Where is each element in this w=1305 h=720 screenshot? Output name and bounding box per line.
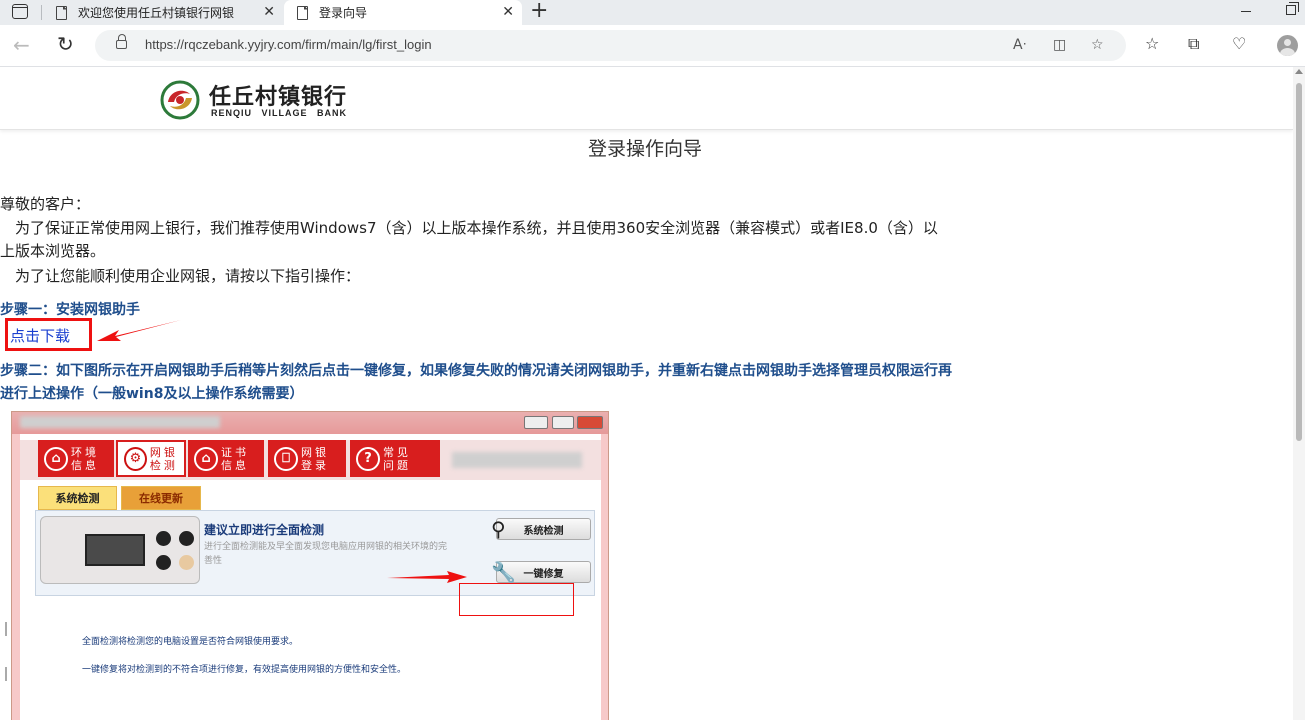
system-check-label: 系统检测 [523, 525, 564, 537]
tab-login-guide[interactable]: 登录向导 ✕ [284, 0, 522, 25]
helper-nav-label: 环境信息 [71, 445, 99, 472]
device-button [179, 531, 194, 546]
bank-logo-icon [160, 80, 200, 120]
device-button [156, 531, 171, 546]
page-title: 登录操作向导 [587, 138, 702, 160]
usb-key-device-icon [40, 516, 200, 584]
greeting: 尊敬的客户： [0, 195, 91, 213]
helper-titlebar [12, 412, 608, 434]
minimize-icon[interactable] [1241, 11, 1251, 12]
close-icon[interactable]: ✕ [263, 4, 275, 20]
scroll-up-icon[interactable] [1295, 69, 1303, 74]
profile-avatar[interactable] [1277, 35, 1298, 56]
helper-minimize-icon [524, 416, 548, 429]
device-screen [85, 534, 145, 566]
close-icon[interactable]: ✕ [502, 4, 514, 20]
page-icon [297, 5, 308, 20]
new-tab-button[interactable]: + [530, 0, 548, 22]
helper-note-1: 全面检测将检测您的电脑设置是否符合网银使用要求。 [82, 637, 299, 647]
step1-heading: 步骤一：安装网银助手 [0, 302, 140, 318]
helper-note-2: 一键修复将对检测到的不符合项进行修复，有效提高使用网银的方便性和安全性。 [82, 665, 407, 675]
certificate-icon: ⌂ [194, 446, 218, 471]
browser-essentials-icon[interactable]: ♡ [1232, 34, 1246, 54]
bank-name-en: RENQIU VILLAGE BANK [211, 108, 348, 118]
helper-nav-login: ⎕ 网银登录 [268, 440, 346, 477]
repair-highlight-box [459, 583, 574, 616]
lock-icon[interactable] [116, 34, 127, 49]
page-scrollbar[interactable] [1293, 67, 1305, 720]
globe-icon: ⚙ [124, 446, 147, 471]
step2-heading-line2: 进行上述操作（一般win8及以上操作系统需要） [0, 386, 304, 402]
question-icon: ? [356, 446, 380, 471]
restore-icon[interactable] [1286, 2, 1299, 15]
back-icon[interactable]: ← [13, 34, 30, 56]
favorites-icon[interactable]: ☆ [1145, 34, 1159, 54]
tab-welcome[interactable]: 欢迎您使用任丘村镇银行网银 ✕ [43, 0, 283, 25]
edge-mark [5, 622, 7, 636]
reload-icon[interactable]: ↻ [57, 33, 74, 55]
card-title: 建议立即进行全面检测 [204, 523, 325, 537]
tab-bar: 欢迎您使用任丘村镇银行网银 ✕ 登录向导 ✕ + [0, 0, 1305, 25]
split-screen-icon[interactable]: ◫ [1053, 36, 1066, 54]
intro-paragraph-line1: 为了保证正常使用网上银行，我们推荐使用Windows7（含）以上版本操作系统，并… [0, 219, 938, 237]
tab-separator [41, 5, 42, 20]
download-link[interactable]: 点击下载 [10, 325, 70, 346]
bank-name: 任丘村镇银行 [209, 85, 348, 110]
blurred-logo [452, 452, 582, 468]
helper-screenshot: ⌂ 环境信息 ⚙ 网银检测 ⌂ 证书信息 ⎕ 网银登录 ? 常见问题 系统检测 … [11, 411, 609, 720]
edge-mark [5, 667, 7, 681]
wrench-icon: 🔧 [491, 560, 516, 584]
tab-title: 欢迎您使用任丘村镇银行网银 [78, 6, 235, 20]
annotation-arrow-icon [97, 320, 181, 341]
collections-icon[interactable]: ⧉ [1188, 34, 1199, 54]
page-viewport: 任丘村镇银行 RENQIU VILLAGE BANK 登录操作向导 尊敬的客户：… [0, 67, 1293, 720]
tab-actions-icon[interactable] [12, 4, 28, 19]
one-click-repair-button: 🔧 一键修复 [491, 560, 591, 584]
url-text[interactable]: https://rqczebank.yyjry.com/firm/main/lg… [145, 37, 432, 52]
system-check-button: ⚲ 系统检测 [491, 517, 591, 541]
helper-nav: ⌂ 环境信息 ⚙ 网银检测 ⌂ 证书信息 ⎕ 网银登录 ? 常见问题 [20, 440, 601, 480]
helper-nav-label: 网银登录 [301, 445, 329, 472]
site-header: 任丘村镇银行 RENQIU VILLAGE BANK [0, 67, 1293, 130]
address-bar: ← ↻ https://rqczebank.yyjry.com/firm/mai… [0, 25, 1305, 67]
helper-close-icon [577, 416, 603, 429]
scroll-thumb[interactable] [1296, 83, 1302, 441]
magnifier-icon: ⚲ [491, 517, 506, 541]
url-input[interactable]: https://rqczebank.yyjry.com/firm/main/lg… [95, 30, 1126, 61]
read-aloud-icon[interactable]: Aᐧ [1013, 36, 1026, 54]
login-icon: ⎕ [274, 446, 298, 471]
helper-tab-online-update: 在线更新 [121, 486, 201, 510]
helper-nav-faq: ? 常见问题 [350, 440, 440, 477]
page-icon [56, 5, 67, 20]
helper-nav-check: ⚙ 网银检测 [116, 440, 186, 477]
helper-panel: ⌂ 环境信息 ⚙ 网银检测 ⌂ 证书信息 ⎕ 网银登录 ? 常见问题 系统检测 … [20, 434, 601, 720]
tab-title: 登录向导 [319, 6, 368, 20]
device-button [156, 555, 171, 570]
helper-nav-cert: ⌂ 证书信息 [188, 440, 264, 477]
one-click-repair-label: 一键修复 [523, 568, 564, 580]
intro-paragraph-line2: 上版本浏览器。 [0, 242, 106, 260]
helper-nav-label: 网银检测 [149, 445, 178, 472]
device-button [179, 555, 194, 570]
step2-heading-line1: 步骤二：如下图所示在开启网银助手后稍等片刻然后点击一键修复，如果修复失败的情况请… [0, 363, 952, 379]
helper-tab-system-check: 系统检测 [38, 486, 117, 510]
helper-nav-label: 常见问题 [383, 445, 411, 472]
repair-arrow-icon [387, 571, 467, 583]
favorite-star-icon[interactable]: ☆ [1091, 36, 1104, 54]
instruction-paragraph: 为了让您能顺利使用企业网银，请按以下指引操作： [0, 267, 361, 285]
helper-nav-label: 证书信息 [221, 445, 249, 472]
helper-nav-env: ⌂ 环境信息 [38, 440, 114, 477]
card-description: 进行全面检测能及早全面发现您电脑应用网银的相关环境的完善性 [204, 542, 448, 566]
home-icon: ⌂ [44, 446, 68, 471]
helper-maximize-icon [552, 416, 574, 429]
blurred-title [20, 416, 220, 428]
